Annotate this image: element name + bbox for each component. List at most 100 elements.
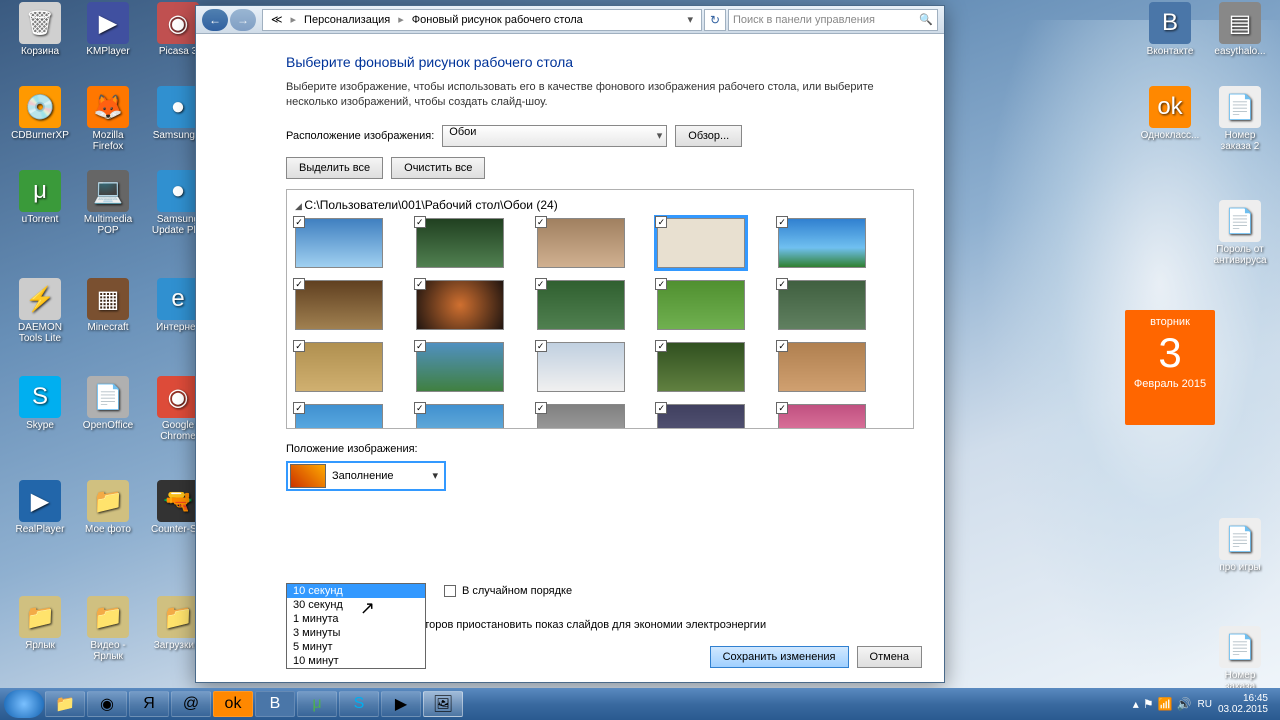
desktop-icon[interactable]: ▶KMPlayer bbox=[78, 2, 138, 57]
thumbnail-checkbox[interactable]: ✓ bbox=[535, 278, 547, 290]
tray-show-hidden-icon[interactable]: ▴ bbox=[1133, 697, 1139, 711]
wallpaper-thumbnail[interactable]: ✓ bbox=[295, 218, 402, 268]
interval-option[interactable]: 10 секунд bbox=[287, 584, 425, 598]
wallpaper-thumbnail[interactable]: ✓ bbox=[537, 342, 644, 392]
desktop-icon[interactable]: ⚡DAEMON Tools Lite bbox=[10, 278, 70, 344]
task-mailru[interactable]: @ bbox=[171, 691, 211, 717]
thumbnail-checkbox[interactable]: ✓ bbox=[776, 216, 788, 228]
thumbnail-checkbox[interactable]: ✓ bbox=[414, 216, 426, 228]
wallpaper-thumbnail[interactable]: ✓ bbox=[657, 342, 764, 392]
task-personalization[interactable]: 🖼 bbox=[423, 691, 463, 717]
interval-option[interactable]: 30 секунд bbox=[287, 598, 425, 612]
desktop-icon[interactable]: 🦊Mozilla Firefox bbox=[78, 86, 138, 152]
thumbnail-checkbox[interactable]: ✓ bbox=[655, 278, 667, 290]
tray-date[interactable]: 03.02.2015 bbox=[1218, 704, 1268, 715]
wallpaper-thumbnail[interactable]: ✓ bbox=[416, 342, 523, 392]
save-button[interactable]: Сохранить изменения bbox=[710, 646, 849, 668]
location-combo[interactable]: Обои bbox=[442, 125, 667, 147]
search-input[interactable]: Поиск в панели управления 🔍 bbox=[728, 9, 938, 31]
thumbnail-checkbox[interactable]: ✓ bbox=[293, 278, 305, 290]
task-wmplayer[interactable]: ▶ bbox=[381, 691, 421, 717]
wallpaper-thumbnail[interactable]: ✓ bbox=[537, 218, 644, 268]
desktop-icon[interactable]: SSkype bbox=[10, 376, 70, 431]
browse-button[interactable]: Обзор... bbox=[675, 125, 742, 147]
thumbnail-checkbox[interactable]: ✓ bbox=[655, 340, 667, 352]
desktop-icon[interactable]: 💿CDBurnerXP bbox=[10, 86, 70, 141]
wallpaper-thumbnail[interactable]: ✓ bbox=[537, 404, 644, 429]
tray-network-icon[interactable]: 📶 bbox=[1158, 697, 1173, 711]
wallpaper-thumbnail[interactable]: ✓ bbox=[295, 342, 402, 392]
wallpaper-thumbnail[interactable]: ✓ bbox=[295, 404, 402, 429]
interval-option[interactable]: 1 минута bbox=[287, 612, 425, 626]
desktop-icon[interactable]: 📄Номер заказа 2 bbox=[1210, 86, 1270, 152]
desktop-icon[interactable]: 📄про игры bbox=[1210, 518, 1270, 573]
tray-flag-icon[interactable]: ⚑ bbox=[1143, 697, 1154, 711]
breadcrumb-overflow-icon[interactable]: ≪ bbox=[267, 13, 287, 26]
taskbar[interactable]: 📁 ◉ Я @ ok B μ S ▶ 🖼 ▴ ⚑ 📶 🔊 RU 16:45 03… bbox=[0, 688, 1280, 720]
thumbnail-checkbox[interactable]: ✓ bbox=[414, 278, 426, 290]
clear-all-button[interactable]: Очистить все bbox=[391, 157, 485, 179]
thumbnail-checkbox[interactable]: ✓ bbox=[293, 402, 305, 414]
task-odnoklassniki[interactable]: ok bbox=[213, 691, 253, 717]
refresh-button[interactable]: ↻ bbox=[704, 9, 726, 31]
desktop-icon[interactable]: 💻Multimedia POP bbox=[78, 170, 138, 236]
thumbnail-checkbox[interactable]: ✓ bbox=[776, 278, 788, 290]
tray-lang[interactable]: RU bbox=[1197, 699, 1211, 710]
desktop-icon[interactable]: 📁Видео - Ярлык bbox=[78, 596, 138, 662]
thumbnail-checkbox[interactable]: ✓ bbox=[414, 402, 426, 414]
back-button[interactable]: ← bbox=[202, 9, 228, 31]
desktop-icon[interactable]: ▤easythalo... bbox=[1210, 2, 1270, 57]
desktop-icon[interactable]: 📄Пороль от антивируса bbox=[1210, 200, 1270, 266]
wallpaper-thumbnail[interactable]: ✓ bbox=[778, 404, 885, 429]
thumbnail-checkbox[interactable]: ✓ bbox=[655, 216, 667, 228]
thumbnail-checkbox[interactable]: ✓ bbox=[655, 402, 667, 414]
wallpaper-thumbnail[interactable]: ✓ bbox=[778, 280, 885, 330]
wallpaper-thumbnail[interactable]: ✓ bbox=[416, 404, 523, 429]
wallpaper-thumbnail[interactable]: ✓ bbox=[537, 280, 644, 330]
interval-option[interactable]: 10 минут bbox=[287, 654, 425, 668]
task-explorer[interactable]: 📁 bbox=[45, 691, 85, 717]
wallpaper-thumbnail[interactable]: ✓ bbox=[657, 218, 764, 268]
desktop-icon[interactable]: 📄Номер заказа bbox=[1210, 626, 1270, 692]
task-chrome[interactable]: ◉ bbox=[87, 691, 127, 717]
interval-dropdown-list[interactable]: 10 секунд30 секунд1 минута3 минуты5 мину… bbox=[286, 583, 426, 669]
breadcrumb-dropdown-icon[interactable]: ▾ bbox=[683, 13, 697, 26]
task-vk[interactable]: B bbox=[255, 691, 295, 717]
thumbnail-checkbox[interactable]: ✓ bbox=[535, 216, 547, 228]
desktop-icon[interactable]: 📁Ярлык bbox=[10, 596, 70, 651]
thumbnail-checkbox[interactable]: ✓ bbox=[414, 340, 426, 352]
thumbnail-checkbox[interactable]: ✓ bbox=[535, 402, 547, 414]
thumbnail-checkbox[interactable]: ✓ bbox=[293, 216, 305, 228]
interval-option[interactable]: 5 минут bbox=[287, 640, 425, 654]
desktop-icon[interactable]: BВконтакте bbox=[1140, 2, 1200, 57]
wallpaper-gallery[interactable]: C:\Пользователи\001\Рабочий стол\Обои (2… bbox=[286, 189, 914, 429]
desktop-icon[interactable]: 📄OpenOffice bbox=[78, 376, 138, 431]
tray-icons[interactable]: ▴ ⚑ 📶 🔊 bbox=[1133, 697, 1192, 711]
wallpaper-thumbnail[interactable]: ✓ bbox=[416, 218, 523, 268]
position-combo[interactable]: Заполнение bbox=[286, 461, 446, 491]
wallpaper-thumbnail[interactable]: ✓ bbox=[778, 342, 885, 392]
desktop-icon[interactable]: 🗑Корзина bbox=[10, 2, 70, 57]
tray-sound-icon[interactable]: 🔊 bbox=[1177, 697, 1192, 711]
desktop-icon[interactable]: 📁Мое фото bbox=[78, 480, 138, 535]
desktop-icon[interactable]: ▦Minecraft bbox=[78, 278, 138, 333]
select-all-button[interactable]: Выделить все bbox=[286, 157, 383, 179]
interval-option[interactable]: 3 минуты bbox=[287, 626, 425, 640]
desktop-icon[interactable]: ▶RealPlayer bbox=[10, 480, 70, 535]
breadcrumb-page[interactable]: Фоновый рисунок рабочего стола bbox=[408, 14, 587, 26]
wallpaper-thumbnail[interactable]: ✓ bbox=[657, 404, 764, 429]
forward-button[interactable]: → bbox=[230, 9, 256, 31]
wallpaper-thumbnail[interactable]: ✓ bbox=[657, 280, 764, 330]
desktop-icon[interactable]: μuTorrent bbox=[10, 170, 70, 225]
thumbnail-checkbox[interactable]: ✓ bbox=[293, 340, 305, 352]
task-skype[interactable]: S bbox=[339, 691, 379, 717]
desktop-icon[interactable]: okОднокласс... bbox=[1140, 86, 1200, 141]
task-yandex[interactable]: Я bbox=[129, 691, 169, 717]
wallpaper-thumbnail[interactable]: ✓ bbox=[295, 280, 402, 330]
tray-time[interactable]: 16:45 bbox=[1218, 693, 1268, 704]
thumbnail-checkbox[interactable]: ✓ bbox=[535, 340, 547, 352]
thumbnail-checkbox[interactable]: ✓ bbox=[776, 340, 788, 352]
task-utorrent[interactable]: μ bbox=[297, 691, 337, 717]
breadcrumb[interactable]: ≪ ▸ Персонализация ▸ Фоновый рисунок раб… bbox=[262, 9, 702, 31]
wallpaper-thumbnail[interactable]: ✓ bbox=[416, 280, 523, 330]
